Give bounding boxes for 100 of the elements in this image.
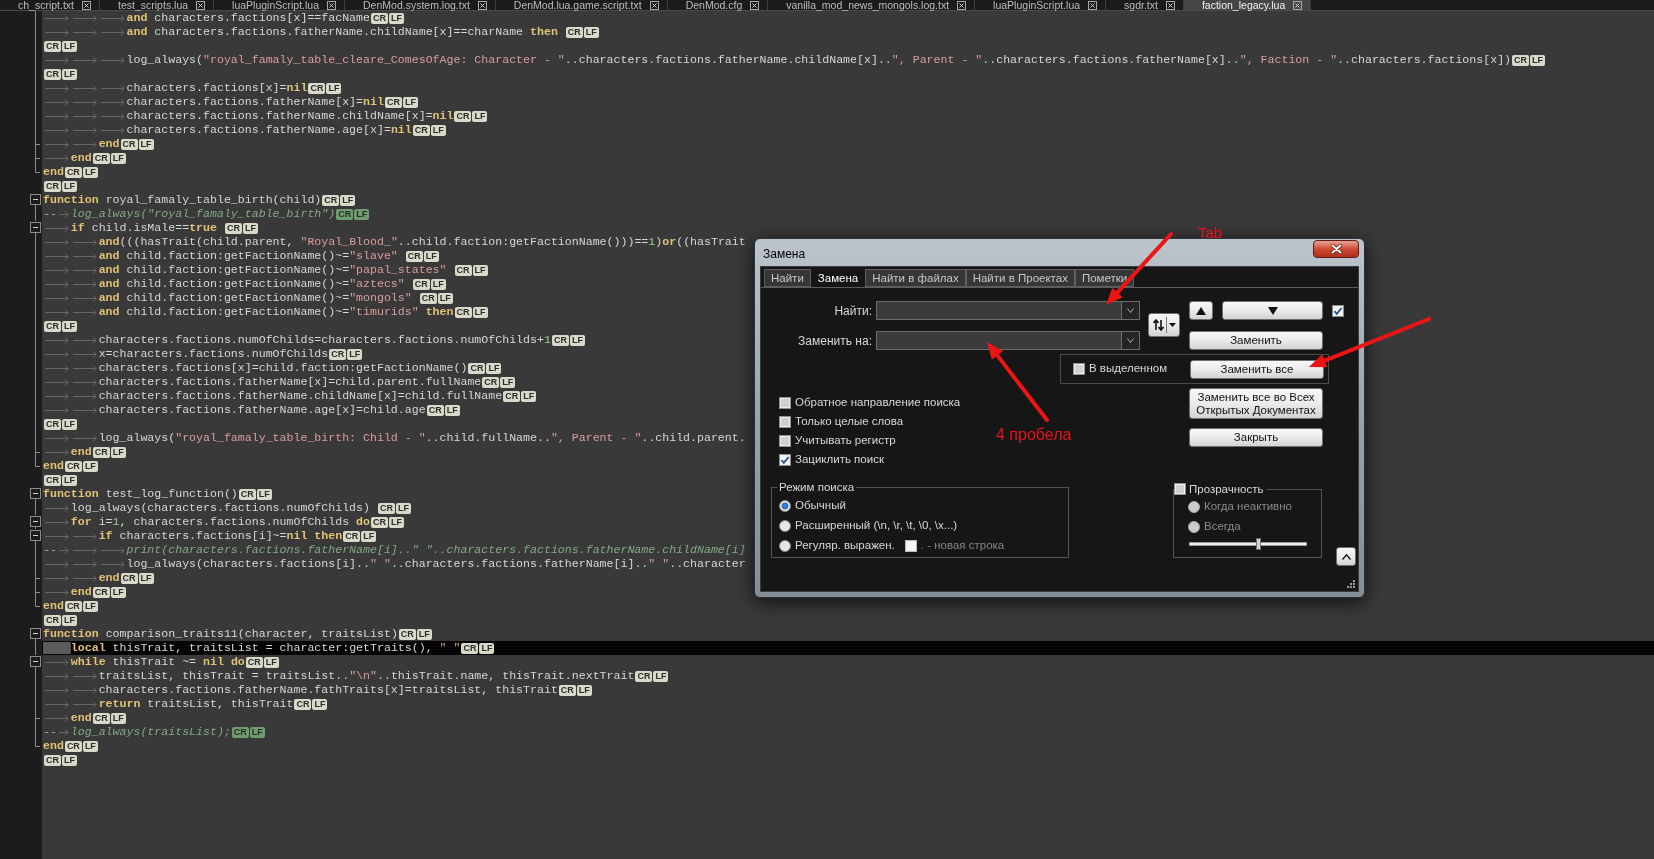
slider-thumb[interactable] [1256,538,1262,550]
replace-all-open-documents-button[interactable]: Заменить все во Всех Открытых Документах [1189,388,1323,419]
close-icon[interactable] [649,0,659,10]
replace-button[interactable]: Заменить [1189,331,1323,350]
code-text: and child.faction:getFactionName()~="papal_states" [98,263,448,277]
dialog-tab[interactable]: Найти в Проектах [965,269,1075,287]
line-ending-marker: CR [412,278,430,290]
down-button[interactable] [1222,301,1323,320]
indent-block [43,642,71,654]
replace-all-button[interactable]: Заменить все [1190,359,1324,379]
code-text: log_always(traitsList); [70,725,231,739]
line-ending-marker: LF [354,208,370,220]
file-tab[interactable]: DenMod.cfg [667,0,769,10]
collapse-icon[interactable] [30,628,41,641]
text-field[interactable] [876,301,1122,320]
tab-arrow-icon [72,406,97,414]
collapse-icon[interactable] [30,656,41,669]
code-text: end [98,571,120,585]
code-text: end [70,151,92,165]
dialog-tab[interactable]: Найти [764,269,811,287]
file-tab[interactable]: DenMod.lua.game.script.txt [495,0,668,10]
dropdown-button[interactable] [1122,331,1140,350]
checkbox-label: Обратное направление поиска [795,394,961,410]
dialog-tab[interactable]: Найти в файлах [865,269,966,287]
up-button[interactable] [1189,301,1213,320]
close-dialog-button[interactable]: Закрыть [1189,428,1323,447]
close-button[interactable] [1313,240,1359,258]
close-icon[interactable] [327,0,337,10]
collapse-icon[interactable] [30,222,41,235]
close-icon[interactable] [957,0,967,10]
dialog-title: Замена [763,246,806,263]
close-icon[interactable] [196,0,206,10]
tab-arrow-icon [72,574,97,582]
dialog-tab[interactable]: Пометки [1074,269,1135,287]
radio-label: Когда неактивно [1204,499,1292,515]
close-icon[interactable] [1293,0,1303,10]
code-text: characters.factions.fatherName[x]=nil [126,95,384,109]
close-icon[interactable] [82,0,92,10]
radio-button[interactable] [779,540,791,552]
line-ending-marker: LF [82,600,98,612]
tab-arrow-icon [45,406,69,414]
radio-button[interactable] [779,500,791,512]
close-icon[interactable] [1165,0,1175,10]
line-ending-marker: LF [249,726,265,738]
file-tab[interactable]: test_scripts.lua [100,0,215,10]
line-ending-marker: CR [329,348,347,360]
tab-arrow-icon [72,532,97,540]
line-ending-marker: CR [454,110,472,122]
close-icon[interactable] [1088,0,1098,10]
swap-arrows-icon [1152,319,1164,331]
swap-button[interactable] [1148,313,1180,337]
collapse-button[interactable] [1336,547,1356,566]
collapse-icon[interactable] [30,488,41,501]
code-text: function royal_famaly_table_birth(child) [43,193,322,207]
file-tab[interactable]: luaPluginScript.lua [975,0,1107,10]
line-ending-marker: CR [336,208,354,220]
checkbox[interactable] [779,434,791,447]
checkbox[interactable] [1332,305,1344,317]
radio-button[interactable] [779,520,791,532]
tab-arrow-icon [72,294,97,302]
code-text: and child.faction:getFactionName()~="slave" [98,249,399,263]
file-tab[interactable]: faction_legacy.lua [1183,0,1312,10]
file-tab[interactable]: sgdr.txt [1106,0,1184,10]
checkbox[interactable] [779,396,791,409]
line-ending-marker: LF [402,96,418,108]
file-tab[interactable]: ch_script.txt [0,0,101,10]
checkbox-label: Зациклить поиск [795,451,884,467]
tab-arrow-icon [45,56,69,64]
chevron-down-icon [1127,308,1134,313]
code-text: characters.factions.fatherName.age[x]=child.age [98,403,426,417]
line-ending-marker: CR [238,488,256,500]
line-ending-marker: LF [430,124,446,136]
tab-arrow-icon [72,686,97,694]
line-ending-marker: LF [110,152,126,164]
close-icon[interactable] [477,0,487,10]
tab-arrow-icon [100,126,125,134]
text-field[interactable] [876,331,1122,350]
file-tab[interactable]: vanilla_mod_news_mongols.log.txt [768,0,976,10]
collapse-icon[interactable] [30,530,41,543]
close-icon[interactable] [750,0,760,10]
code-text: print(characters.factions.fatherName[i].." "..characters.factions.fatherName.childName[i] [126,543,746,557]
checkbox[interactable] [1174,483,1186,495]
checkbox[interactable] [1073,363,1085,375]
line-ending-marker: CR [551,334,569,346]
line-ending-marker: LF [62,754,77,766]
collapse-icon[interactable] [30,194,41,207]
checkbox[interactable] [779,415,791,428]
line-ending-marker: CR [482,376,500,388]
file-tab[interactable]: luaPluginScript.lua [214,0,346,10]
code-text: end [70,585,92,599]
checkbox[interactable] [779,453,791,466]
code-text: end [70,711,92,725]
group-title: Режим поиска [778,480,856,494]
file-tab[interactable]: DenMod.system.log.txt [345,0,496,10]
line-ending-marker: LF [62,474,77,486]
tab-arrow-icon [72,560,97,568]
line-ending-marker: CR [503,390,521,402]
collapse-icon[interactable] [30,516,41,529]
tab-arrow-icon [72,700,97,708]
dropdown-button[interactable] [1122,301,1140,320]
